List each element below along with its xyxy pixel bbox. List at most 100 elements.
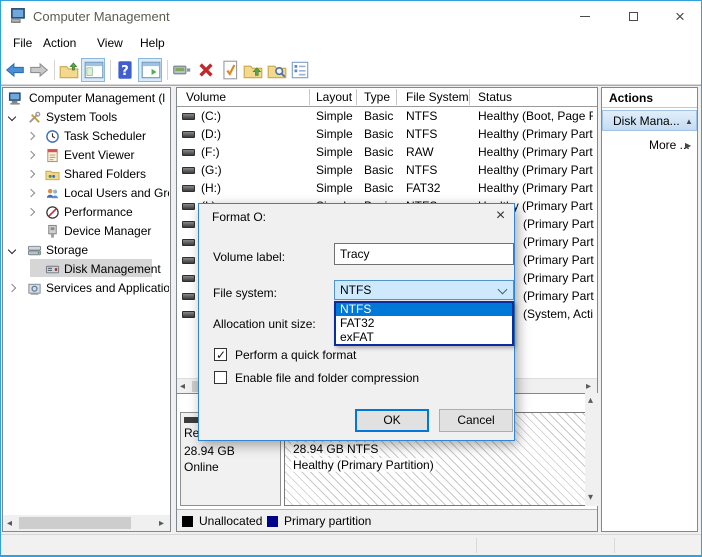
scrollbar-thumb[interactable] <box>19 517 131 529</box>
actions-item-more[interactable]: More ... ▶ <box>602 136 697 155</box>
volume-icon <box>182 239 195 246</box>
cell-volume: (C:) <box>201 109 221 123</box>
action-pane-icon <box>141 61 161 79</box>
chevron-right-icon[interactable] <box>7 283 17 293</box>
column-header-file-system[interactable]: File System <box>406 90 469 104</box>
allocation-unit-label: Allocation unit size: <box>213 317 316 331</box>
tree-item-services[interactable]: Services and Applicatio <box>3 279 169 298</box>
volume-row-h[interactable]: (H:) Simple Basic FAT32 Healthy (Primary… <box>177 179 593 197</box>
tree-item-label: Services and Applicatio <box>46 281 169 295</box>
dialog-close-button[interactable] <box>487 204 514 228</box>
volume-row-f[interactable]: (F:) Simple Basic RAW Healthy (Primary P… <box>177 143 593 161</box>
dialog-title-bar: Format O: <box>199 204 514 228</box>
quick-format-label[interactable]: Perform a quick format <box>235 348 356 362</box>
cell-file-system: NTFS <box>406 109 438 123</box>
tree-item-device-manager[interactable]: Device Manager <box>3 222 169 241</box>
volume-row-c[interactable]: (C:) Simple Basic NTFS Healthy (Boot, Pa… <box>177 107 593 125</box>
action-pane-button[interactable] <box>138 58 162 82</box>
cell-type: Basic <box>364 109 394 123</box>
column-header-volume[interactable]: Volume <box>186 90 226 104</box>
help-button[interactable]: ? <box>114 59 136 81</box>
compression-checkbox[interactable] <box>214 371 227 384</box>
submenu-arrow-icon[interactable]: ▶ <box>685 141 691 150</box>
menu-file[interactable]: File <box>13 36 32 50</box>
export-list-button[interactable] <box>58 59 80 81</box>
check-document-button[interactable] <box>219 59 241 81</box>
scroll-left-icon[interactable] <box>7 519 12 529</box>
cell-status: Healthy (Primary Part <box>478 163 593 177</box>
tree-item-local-users[interactable]: Local Users and Gro <box>3 184 169 203</box>
tree-item-event-viewer[interactable]: Event Viewer <box>3 146 169 165</box>
chevron-right-icon[interactable] <box>26 150 36 160</box>
column-header-status[interactable]: Status <box>478 90 512 104</box>
volume-label-input[interactable]: Tracy <box>334 243 514 265</box>
tree-item-system-tools[interactable]: System Tools <box>3 108 169 127</box>
volume-icon <box>182 167 195 174</box>
chevron-down-icon[interactable] <box>7 245 17 255</box>
chevron-down-icon[interactable] <box>7 112 17 122</box>
actions-item-disk-management[interactable]: Disk Mana... ▲ <box>602 110 697 131</box>
computer-management-window: Computer Management File Action View Hel… <box>0 0 702 557</box>
volume-icon <box>182 293 195 300</box>
tree-item-storage[interactable]: Storage <box>3 241 169 260</box>
scroll-right-icon[interactable] <box>586 382 591 392</box>
chevron-right-icon[interactable] <box>26 207 36 217</box>
volume-list-header: Volume Layout Type File System Status <box>177 88 597 107</box>
folder-search-button[interactable] <box>266 59 288 81</box>
disk-vertical-scrollbar[interactable] <box>585 393 598 506</box>
menu-action[interactable]: Action <box>43 36 76 50</box>
column-header-type[interactable]: Type <box>364 90 390 104</box>
primary-partition-swatch <box>267 516 278 527</box>
forward-button[interactable] <box>28 59 50 81</box>
file-system-combobox[interactable]: NTFS <box>334 280 514 300</box>
cell-file-system: NTFS <box>406 163 438 177</box>
volume-icon <box>182 221 195 228</box>
dropdown-option-exfat[interactable]: exFAT <box>336 330 512 344</box>
scroll-left-icon[interactable] <box>180 382 185 392</box>
tree-item-task-scheduler[interactable]: Task Scheduler <box>3 127 169 146</box>
close-icon <box>496 209 505 223</box>
tree-item-disk-management[interactable]: Disk Management <box>3 260 169 279</box>
maximize-button[interactable] <box>611 1 656 31</box>
tree-horizontal-scrollbar[interactable] <box>3 515 170 531</box>
ok-button[interactable]: OK <box>355 409 429 432</box>
volume-icon <box>182 131 195 138</box>
menu-help[interactable]: Help <box>140 36 165 50</box>
delete-volume-button[interactable] <box>195 59 217 81</box>
properties-button[interactable] <box>289 59 311 81</box>
minimize-button[interactable] <box>562 1 607 31</box>
volume-icon <box>182 149 195 156</box>
menu-bar: File Action View Help <box>1 31 701 55</box>
quick-format-checkbox[interactable] <box>214 348 227 361</box>
tree-item-computer-management[interactable]: Computer Management (l <box>3 89 169 108</box>
scroll-right-icon[interactable] <box>159 519 164 529</box>
cancel-button[interactable]: Cancel <box>439 409 513 432</box>
dropdown-option-fat32[interactable]: FAT32 <box>336 316 512 330</box>
chevron-right-icon[interactable] <box>26 188 36 198</box>
scroll-up-icon[interactable] <box>588 396 593 406</box>
system-tools-icon <box>27 110 42 127</box>
chevron-right-icon[interactable] <box>26 131 36 141</box>
scroll-down-icon[interactable] <box>588 493 593 503</box>
collapse-arrow-icon[interactable]: ▲ <box>685 117 693 126</box>
device-button[interactable] <box>171 59 193 81</box>
cell-layout: Simple <box>316 109 353 123</box>
menu-view[interactable]: View <box>97 36 123 50</box>
volume-row-g[interactable]: (G:) Simple Basic NTFS Healthy (Primary … <box>177 161 593 179</box>
cell-layout: Simple <box>316 127 353 141</box>
close-button[interactable] <box>658 1 701 31</box>
dropdown-option-ntfs[interactable]: NTFS <box>336 303 512 316</box>
folder-up-button[interactable] <box>242 59 264 81</box>
cell-layout: Simple <box>316 145 353 159</box>
back-button[interactable] <box>4 59 26 81</box>
tree-item-shared-folders[interactable]: Shared Folders <box>3 165 169 184</box>
cell-layout: Simple <box>316 181 353 195</box>
volume-row-d[interactable]: (D:) Simple Basic NTFS Healthy (Primary … <box>177 125 593 143</box>
column-header-layout[interactable]: Layout <box>316 90 352 104</box>
compression-label[interactable]: Enable file and folder compression <box>235 371 419 385</box>
tree-item-performance[interactable]: Performance <box>3 203 169 222</box>
chevron-down-icon[interactable] <box>497 284 508 295</box>
tree-item-label: System Tools <box>46 110 118 124</box>
console-tree-button[interactable] <box>81 58 105 82</box>
chevron-right-icon[interactable] <box>26 169 36 179</box>
